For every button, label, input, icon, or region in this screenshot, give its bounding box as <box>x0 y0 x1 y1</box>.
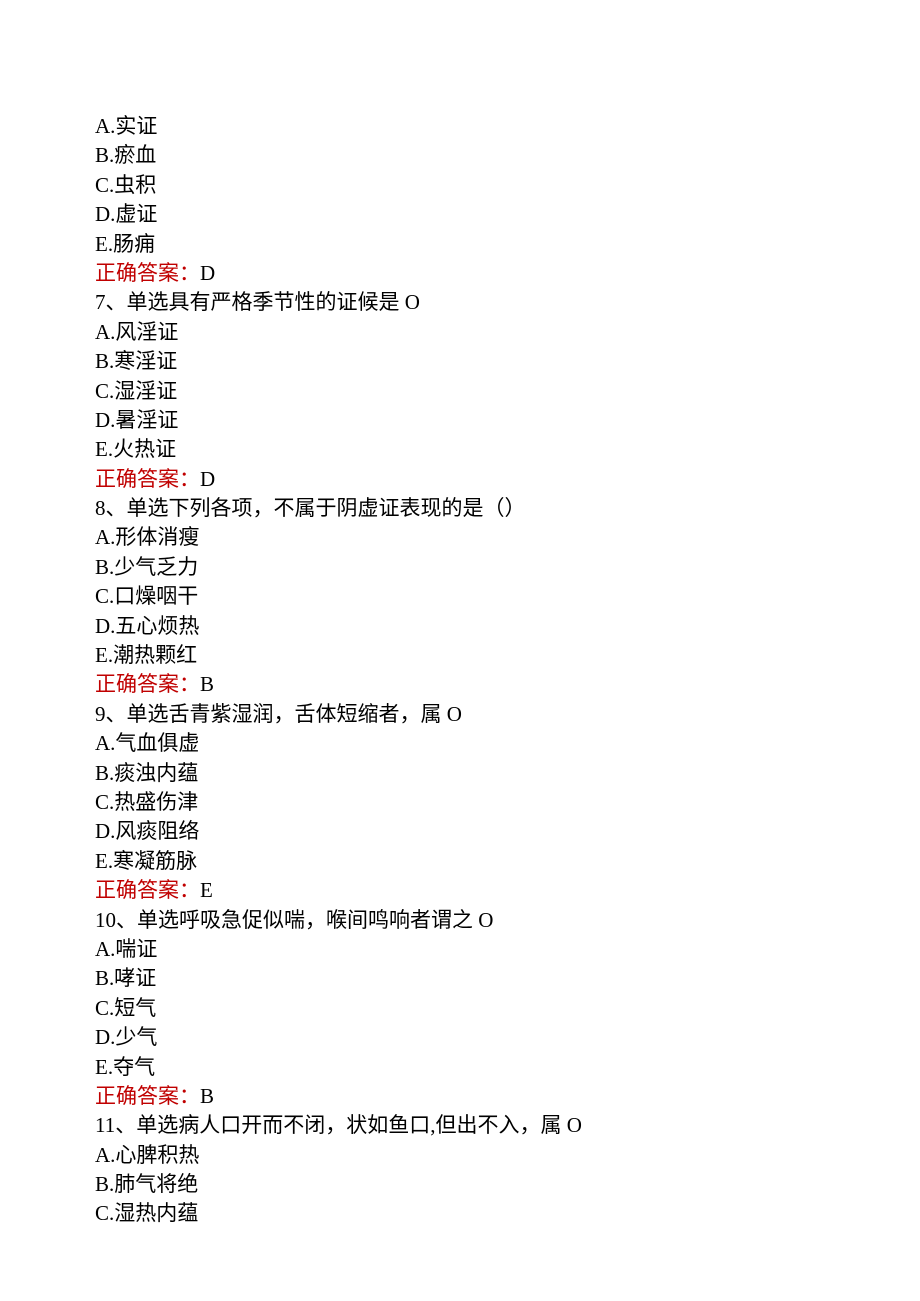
option-text: B.瘀血 <box>95 143 156 167</box>
option-text: B.痰浊内蕴 <box>95 761 198 785</box>
answer-label: 正确答案： <box>95 672 200 696</box>
option-text: C.湿热内蕴 <box>95 1201 198 1225</box>
option-line: A.实证 <box>95 112 920 141</box>
option-text: D.少气 <box>95 1025 157 1049</box>
option-line: B.哮证 <box>95 964 920 993</box>
option-line: E.火热证 <box>95 435 920 464</box>
option-line: A.风淫证 <box>95 318 920 347</box>
option-line: B.痰浊内蕴 <box>95 759 920 788</box>
option-text: E.寒凝筋脉 <box>95 849 197 873</box>
answer-label: 正确答案： <box>95 467 200 491</box>
question-full-text: 8、单选下列各项，不属于阴虚证表现的是（） <box>95 496 526 520</box>
option-line: B.瘀血 <box>95 141 920 170</box>
option-text: C.湿淫证 <box>95 379 177 403</box>
option-text: B.哮证 <box>95 966 156 990</box>
option-line: A.喘证 <box>95 935 920 964</box>
option-text: A.实证 <box>95 114 157 138</box>
question-stem: 7、单选具有严格季节性的证候是 O <box>95 288 920 317</box>
answer-label: 正确答案： <box>95 878 200 902</box>
option-text: E.肠痈 <box>95 232 155 256</box>
answer-label: 正确答案： <box>95 1084 200 1108</box>
option-text: C.短气 <box>95 996 156 1020</box>
answer-line: 正确答案：B <box>95 670 920 699</box>
option-line: C.短气 <box>95 994 920 1023</box>
option-text: B.肺气将绝 <box>95 1172 198 1196</box>
answer-value: B <box>200 1084 215 1108</box>
option-text: D.五心烦热 <box>95 614 199 638</box>
answer-value: D <box>200 467 216 491</box>
option-line: C.热盛伤津 <box>95 788 920 817</box>
answer-line: 正确答案：E <box>95 876 920 905</box>
question-full-text: 10、单选呼吸急促似喘，喉间鸣响者谓之 O <box>95 908 493 932</box>
question-stem: 11、单选病人口开而不闭，状如鱼口,但出不入，属 O <box>95 1111 920 1140</box>
answer-label: 正确答案： <box>95 261 200 285</box>
option-line: E.潮热颗红 <box>95 641 920 670</box>
option-text: D.风痰阻络 <box>95 819 199 843</box>
option-text: E.火热证 <box>95 437 176 461</box>
option-line: B.少气乏力 <box>95 553 920 582</box>
option-line: C.虫积 <box>95 171 920 200</box>
question-stem: 10、单选呼吸急促似喘，喉间鸣响者谓之 O <box>95 906 920 935</box>
answer-value: E <box>200 878 214 902</box>
option-line: B.寒淫证 <box>95 347 920 376</box>
option-line: C.口燥咽干 <box>95 582 920 611</box>
option-line: D.风痰阻络 <box>95 817 920 846</box>
option-text: C.虫积 <box>95 173 156 197</box>
option-text: D.虚证 <box>95 202 157 226</box>
option-text: C.口燥咽干 <box>95 584 198 608</box>
option-line: B.肺气将绝 <box>95 1170 920 1199</box>
option-line: A.心脾积热 <box>95 1141 920 1170</box>
option-line: C.湿淫证 <box>95 377 920 406</box>
option-text: E.夺气 <box>95 1055 155 1079</box>
option-text: A.喘证 <box>95 937 157 961</box>
option-text: A.风淫证 <box>95 320 178 344</box>
answer-line: 正确答案：B <box>95 1082 920 1111</box>
option-text: E.潮热颗红 <box>95 643 197 667</box>
option-line: E.肠痈 <box>95 230 920 259</box>
option-text: B.寒淫证 <box>95 349 177 373</box>
option-line: D.少气 <box>95 1023 920 1052</box>
answer-line: 正确答案：D <box>95 465 920 494</box>
answer-value: D <box>200 261 216 285</box>
option-text: A.心脾积热 <box>95 1143 199 1167</box>
option-line: D.暑淫证 <box>95 406 920 435</box>
option-text: C.热盛伤津 <box>95 790 198 814</box>
option-text: A.形体消瘦 <box>95 525 199 549</box>
answer-line: 正确答案：D <box>95 259 920 288</box>
option-line: A.气血俱虚 <box>95 729 920 758</box>
option-line: E.寒凝筋脉 <box>95 847 920 876</box>
question-full-text: 9、单选舌青紫湿润，舌体短缩者，属 O <box>95 702 462 726</box>
question-full-text: 7、单选具有严格季节性的证候是 O <box>95 290 420 314</box>
option-line: E.夺气 <box>95 1053 920 1082</box>
question-full-text: 11、单选病人口开而不闭，状如鱼口,但出不入，属 O <box>95 1113 582 1137</box>
question-stem: 9、单选舌青紫湿润，舌体短缩者，属 O <box>95 700 920 729</box>
option-line: D.五心烦热 <box>95 612 920 641</box>
question-stem: 8、单选下列各项，不属于阴虚证表现的是（） <box>95 494 920 523</box>
option-line: A.形体消瘦 <box>95 523 920 552</box>
option-line: C.湿热内蕴 <box>95 1199 920 1228</box>
option-line: D.虚证 <box>95 200 920 229</box>
answer-value: B <box>200 672 215 696</box>
option-text: B.少气乏力 <box>95 555 198 579</box>
option-text: D.暑淫证 <box>95 408 178 432</box>
option-text: A.气血俱虚 <box>95 731 199 755</box>
